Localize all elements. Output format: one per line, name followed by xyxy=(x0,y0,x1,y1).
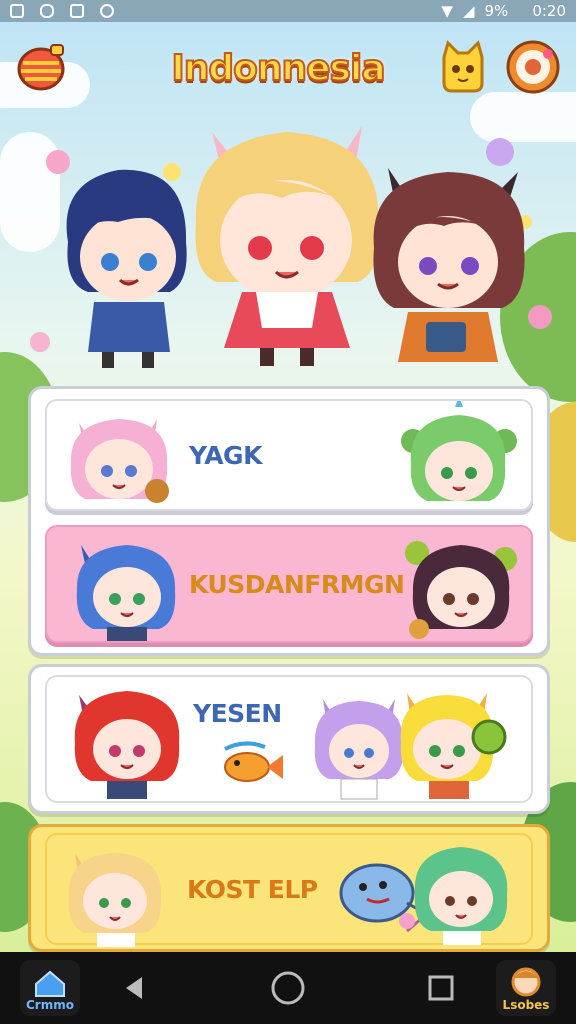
avatar-icon xyxy=(511,967,541,997)
fish-icon xyxy=(224,741,283,782)
header: Indonnesia xyxy=(0,36,576,106)
home-icon xyxy=(35,970,65,997)
status-bar: ▼ ◢ 9% 0:20 xyxy=(0,0,576,22)
lantern-button[interactable] xyxy=(12,38,70,96)
cat-face-button[interactable] xyxy=(434,38,492,96)
profile-tab[interactable]: Lsobes xyxy=(496,960,556,1016)
menu-label-kusdanfrmgn: KUSDANFRMGN xyxy=(189,569,405,599)
shield-icon xyxy=(40,4,54,18)
chibi-blue-hair xyxy=(66,169,187,368)
menu-card-kost-elp[interactable]: KOST ELP xyxy=(45,833,533,947)
back-icon[interactable] xyxy=(120,973,150,1003)
lantern-icon xyxy=(17,44,65,91)
battery-text: 9% xyxy=(484,2,509,20)
chibi-blue-hair-2 xyxy=(76,545,176,641)
menu-label-yagk: YAGK xyxy=(189,440,262,470)
menu-card-kusdanfrmgn[interactable]: KUSDANFRMGN xyxy=(45,525,533,643)
menu-label-yesen: YESEN xyxy=(193,699,282,728)
cat-face-icon xyxy=(442,40,484,93)
donut-icon xyxy=(506,40,560,94)
hero-characters xyxy=(0,112,576,392)
notification-icon xyxy=(10,4,24,18)
navigation-bar: Crmmo Lsobes xyxy=(0,952,576,1024)
chibi-yellow-hair xyxy=(400,693,507,799)
wifi-icon: ▼ xyxy=(441,2,453,20)
menu-card-yagk[interactable]: YAGK xyxy=(45,399,533,511)
home-circle-icon[interactable] xyxy=(270,970,306,1006)
game-scene: Indonnesia YAGK KUSDANFRMGN YESEN KOST E… xyxy=(0,22,576,952)
chibi-brown-hair xyxy=(373,168,525,362)
chibi-blonde-small xyxy=(68,853,162,947)
clock: 0:20 xyxy=(532,2,566,20)
menu-panel-3: KOST ELP xyxy=(28,824,550,952)
recents-icon[interactable] xyxy=(426,973,456,1003)
menu-panel-1: YAGK KUSDANFRMGN xyxy=(28,386,550,656)
chibi-green-hair xyxy=(401,401,517,501)
home-tab[interactable]: Crmmo xyxy=(20,960,80,1016)
chibi-dark-hair xyxy=(405,541,517,639)
home-tab-label: Crmmo xyxy=(26,998,74,1012)
save-icon xyxy=(70,4,84,18)
chibi-red-hair xyxy=(74,691,180,799)
donut-button[interactable] xyxy=(504,38,562,96)
menu-card-yesen[interactable]: YESEN xyxy=(45,675,533,803)
menu-panel-2: YESEN xyxy=(28,664,550,814)
chibi-blonde-hair xyxy=(195,126,379,366)
profile-tab-label: Lsobes xyxy=(502,998,550,1012)
signal-icon: ◢ xyxy=(462,2,475,20)
menu-label-kost-elp: KOST ELP xyxy=(187,874,318,904)
app-title: Indonnesia xyxy=(170,47,386,90)
chibi-teal-hair xyxy=(399,847,508,945)
chibi-pink-hair xyxy=(70,419,169,503)
sync-icon xyxy=(100,4,114,18)
